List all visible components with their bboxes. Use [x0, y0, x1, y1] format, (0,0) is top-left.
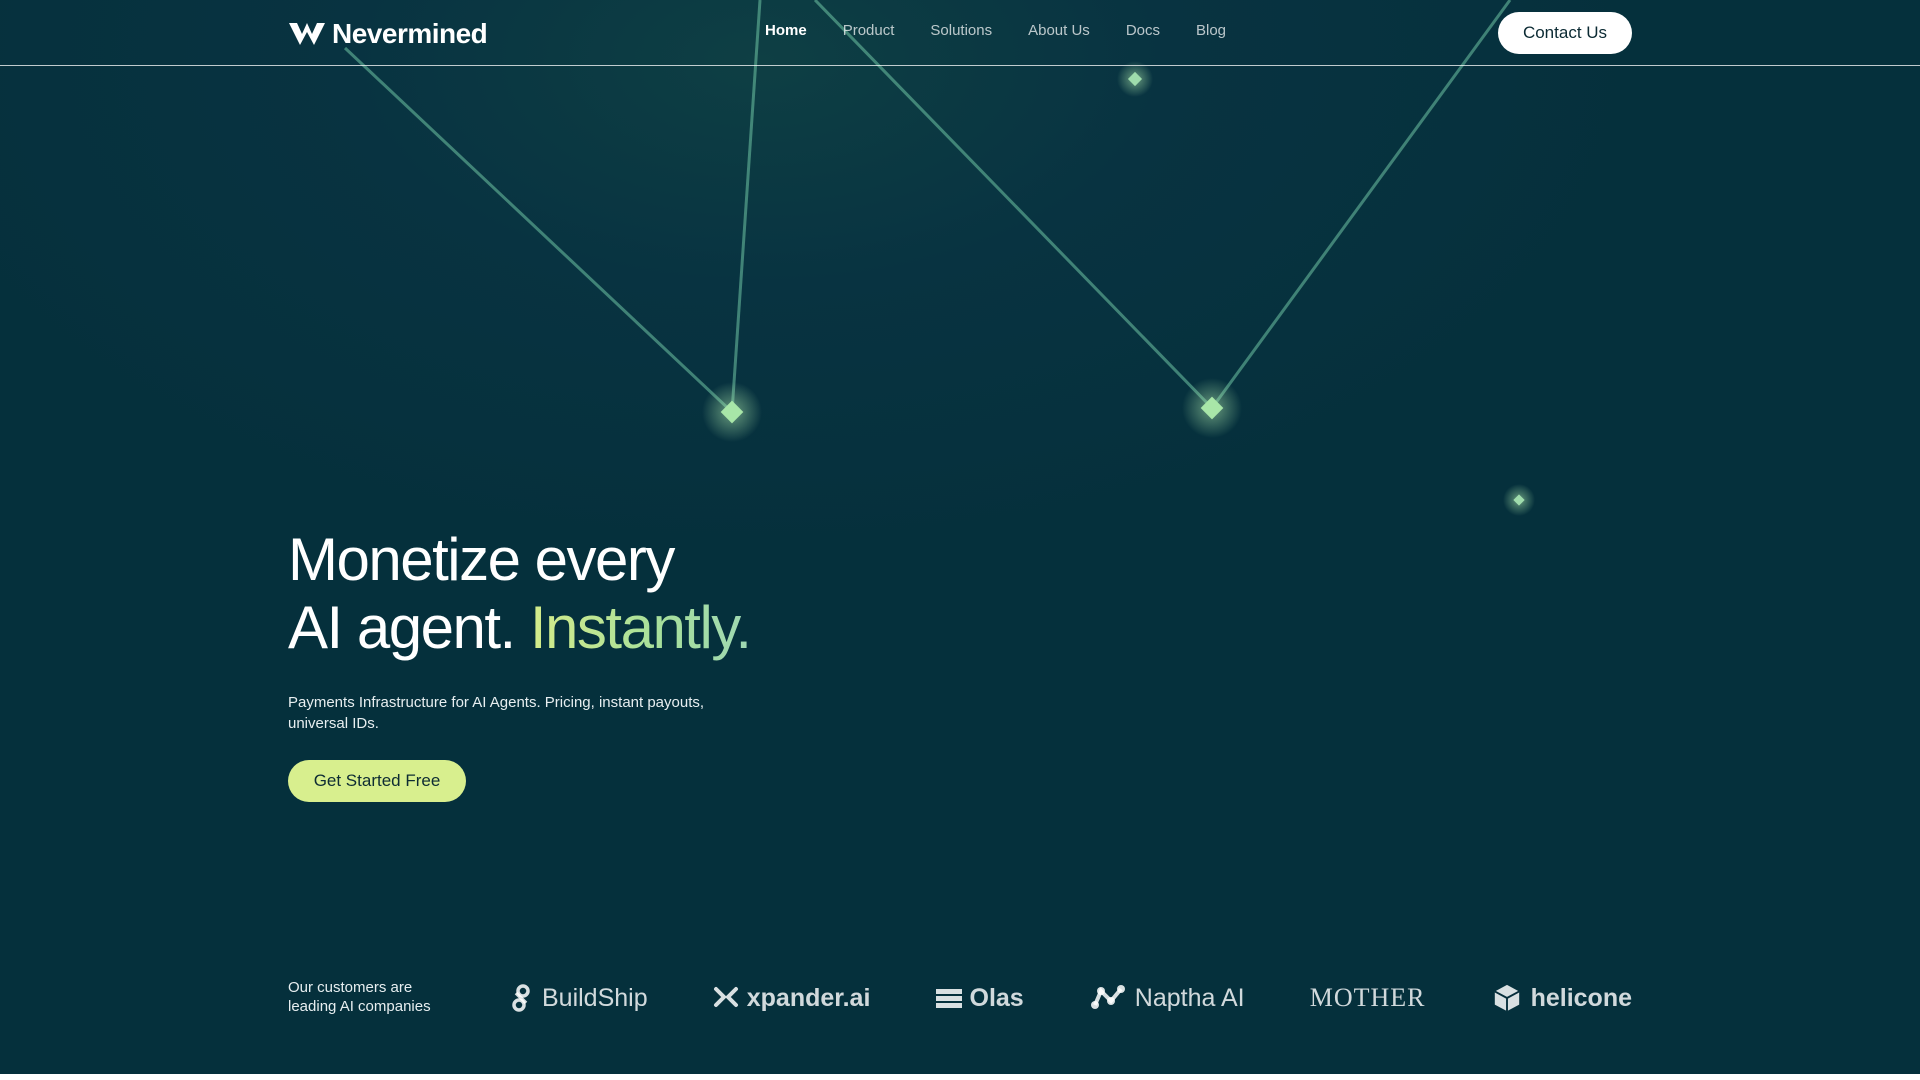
nav-item-solutions[interactable]: Solutions: [930, 22, 992, 39]
network-node: [1200, 396, 1224, 420]
customer-name: Naptha AI: [1134, 983, 1245, 1012]
brand-name: Nevermined: [332, 18, 488, 49]
buildship-icon: [512, 984, 530, 1012]
network-node: [720, 400, 744, 424]
nav-item-about-us[interactable]: About Us: [1028, 22, 1090, 39]
nav-item-home[interactable]: Home: [765, 22, 807, 39]
hero-subtitle: Payments Infrastructure for AI Agents. P…: [288, 694, 705, 732]
hero-title-accent: Instantly.: [529, 594, 752, 661]
customer-name: xpander.ai: [746, 983, 871, 1012]
network-line: [343, 46, 734, 414]
contact-us-button[interactable]: Contact Us: [1498, 12, 1632, 54]
nav-item-product[interactable]: Product: [843, 22, 895, 39]
helicone-icon: [1493, 984, 1520, 1012]
customer-name: MOTHER: [1309, 983, 1426, 1012]
nav-item-blog[interactable]: Blog: [1196, 22, 1226, 39]
page: Nevermined Home Product Solutions About …: [0, 0, 1920, 1080]
customer-logos: BuildShip xpander.ai Olas Naptha AI MOTH…: [508, 978, 1632, 1018]
top-navbar: Nevermined Home Product Solutions About …: [0, 0, 1920, 66]
customers-label-line2: leading AI companies: [288, 998, 431, 1015]
customer-name: BuildShip: [542, 983, 648, 1012]
page-bottom-edge: [0, 1074, 1920, 1080]
customer-name: Olas: [969, 983, 1024, 1012]
network-node: [1513, 494, 1525, 506]
network-node: [1127, 71, 1143, 87]
get-started-button[interactable]: Get Started Free: [288, 760, 466, 802]
hero-title-line1: Monetize every: [288, 526, 675, 593]
nav-item-docs[interactable]: Docs: [1126, 22, 1160, 39]
customer-logo-xpander: xpander.ai: [713, 983, 871, 1013]
olas-icon: [935, 989, 962, 1008]
customer-logo-mother: MOTHER: [1310, 983, 1426, 1013]
customer-logo-helicone: helicone: [1491, 983, 1632, 1013]
hero-title-line2: AI agent.: [288, 594, 516, 661]
xpander-icon: [713, 987, 738, 1007]
hero-title: Monetize every AI agent. Instantly.: [288, 526, 988, 662]
brand-logo[interactable]: Nevermined: [288, 18, 488, 50]
naptha-icon: [1090, 985, 1125, 1009]
main-nav: Home Product Solutions About Us Docs Blo…: [765, 22, 1226, 39]
nevermined-logo-icon: [289, 23, 325, 45]
customers-label: Our customers are leading AI companies: [288, 978, 431, 1016]
customer-logo-olas: Olas: [935, 983, 1024, 1013]
hero-section: Monetize every AI agent. Instantly. Paym…: [288, 526, 988, 802]
customer-logo-buildship: BuildShip: [508, 983, 648, 1013]
customer-name: helicone: [1530, 983, 1632, 1012]
customers-label-line1: Our customers are: [288, 979, 413, 996]
customer-logo-naptha: Naptha AI: [1089, 983, 1245, 1013]
